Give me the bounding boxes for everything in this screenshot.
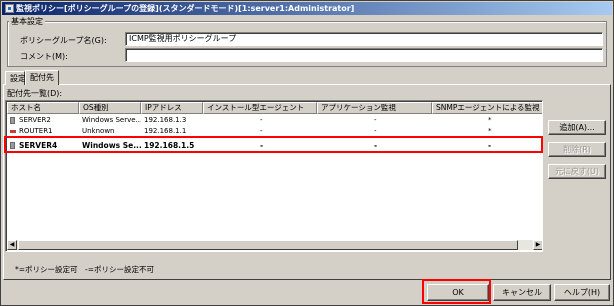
column-install-agent[interactable]: インストール型エージェント <box>203 102 317 114</box>
horizontal-scrollbar[interactable]: ◀ ▶ <box>7 240 542 250</box>
cell-ip: 192.168.1.1 <box>144 127 187 135</box>
cell-install-agent: - <box>260 116 263 124</box>
column-snmp-monitor[interactable]: SNMPエージェントによる監視 <box>432 102 542 114</box>
cell-snmp: - <box>488 141 492 150</box>
restore-button[interactable]: 元に戻す(U) <box>548 164 606 179</box>
policy-group-name-label: ポリシーグループ名(G): <box>20 36 107 45</box>
cell-install-agent: - <box>260 141 264 150</box>
cell-os: Windows Se... <box>82 141 141 150</box>
column-host-name[interactable]: ホスト名 <box>7 102 79 114</box>
comment-label: コメント(M): <box>20 52 68 61</box>
column-app-monitor[interactable]: アプリケーション監視 <box>317 102 432 114</box>
delete-button[interactable]: 削除(R) <box>548 142 606 157</box>
tab-distribution[interactable]: 配付先 <box>25 70 59 85</box>
cell-ip: 192.168.1.3 <box>144 116 187 124</box>
column-ip-address[interactable]: IPアドレス <box>141 102 203 114</box>
scroll-right-button[interactable]: ▶ <box>533 240 542 250</box>
scroll-thumb[interactable] <box>18 240 518 250</box>
add-button[interactable]: 追加(A)... <box>548 120 606 135</box>
policy-group-name-value: ICMP監視用ポリシーグループ <box>129 34 237 43</box>
cell-app-monitor: - <box>374 141 378 150</box>
scroll-left-button[interactable]: ◀ <box>7 240 17 250</box>
legend-note: *=ポリシー設定可 -=ポリシー設定不可 <box>15 265 155 274</box>
cell-app-monitor: - <box>374 127 377 135</box>
column-os-type[interactable]: OS種別 <box>79 102 141 114</box>
cell-os: Unknown <box>82 127 115 135</box>
tab-settings[interactable]: 設定 <box>5 71 26 85</box>
list-header: ホスト名 OS種別 IPアドレス インストール型エージェント アプリケーション監… <box>7 102 542 114</box>
cell-host: ROUTER1 <box>19 127 53 135</box>
cell-ip: 192.168.1.5 <box>144 141 195 150</box>
table-row[interactable]: SERVER2 Windows Serve... 192.168.1.3 - -… <box>7 115 542 126</box>
server-icon <box>10 117 15 124</box>
cell-snmp: * <box>488 116 492 124</box>
app-icon <box>5 4 14 13</box>
distribution-list-label: 配付先一覧(D): <box>7 89 63 98</box>
table-row[interactable]: ROUTER1 Unknown 192.168.1.1 - - * <box>7 126 542 137</box>
cell-host: SERVER4 <box>19 141 58 150</box>
cell-install-agent: - <box>260 127 263 135</box>
distribution-list[interactable]: ホスト名 OS種別 IPアドレス インストール型エージェント アプリケーション監… <box>5 100 543 252</box>
cell-host: SERVER2 <box>19 116 51 124</box>
help-button[interactable]: ヘルプ(H) <box>554 284 610 301</box>
cell-os: Windows Serve... <box>82 116 141 124</box>
basic-settings-legend: 基本設定 <box>9 16 45 27</box>
server-icon <box>10 142 15 149</box>
cancel-button[interactable]: キャンセル <box>493 284 551 301</box>
dialog-window: 監視ポリシー[ポリシーグループの登録](スタンダードモード)[1:server1… <box>0 0 614 306</box>
title-bar: 監視ポリシー[ポリシーグループの登録](スタンダードモード)[1:server1… <box>2 2 612 15</box>
policy-group-name-field[interactable]: ICMP監視用ポリシーグループ <box>125 32 603 46</box>
window-title: 監視ポリシー[ポリシーグループの登録](スタンダードモード)[1:server1… <box>16 4 355 13</box>
ok-button[interactable]: OK <box>427 284 489 301</box>
comment-field[interactable] <box>125 48 603 62</box>
cell-snmp: * <box>488 127 492 135</box>
table-row[interactable]: SERVER4 Windows Se... 192.168.1.5 - - - <box>7 140 542 151</box>
cell-app-monitor: - <box>374 116 377 124</box>
